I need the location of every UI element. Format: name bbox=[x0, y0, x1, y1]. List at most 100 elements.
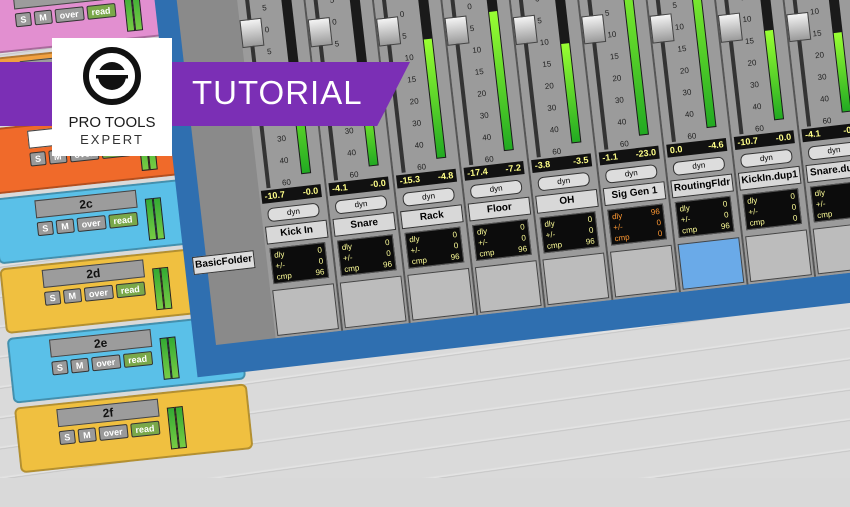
fader-cap[interactable] bbox=[239, 17, 265, 49]
fader-scale-mark: 0 bbox=[331, 17, 338, 27]
mute-button[interactable]: M bbox=[70, 357, 90, 374]
comments-box[interactable] bbox=[677, 237, 745, 290]
cmp-value: 96 bbox=[382, 259, 393, 270]
automation-read-button[interactable]: read bbox=[129, 420, 161, 438]
solo-button[interactable]: S bbox=[51, 359, 69, 376]
logo-line1: PRO TOOLS bbox=[68, 114, 156, 131]
fader-scale-mark: 0 bbox=[399, 9, 405, 20]
comments-box[interactable] bbox=[812, 221, 850, 275]
strip-name[interactable]: Floor bbox=[467, 196, 532, 222]
automation-over-button[interactable]: over bbox=[75, 215, 107, 233]
fader-scale-mark: 20 bbox=[747, 58, 757, 68]
e-logo-icon bbox=[83, 47, 141, 105]
fader-scale-mark: 10 bbox=[606, 29, 617, 40]
solo-button[interactable]: S bbox=[36, 220, 55, 237]
dyn-button[interactable]: dyn bbox=[266, 202, 321, 223]
pm-value: 0 bbox=[723, 210, 730, 220]
automation-over-button[interactable]: over bbox=[90, 354, 121, 372]
comments-box[interactable] bbox=[339, 275, 407, 329]
cmp-label: cmp bbox=[816, 209, 833, 221]
cmp-label: cmp bbox=[749, 217, 766, 228]
delay-comp-panel: dly 0 +/- 0 cmp 96 bbox=[674, 195, 735, 238]
cmp-label: cmp bbox=[681, 224, 698, 236]
dyn-button[interactable]: dyn bbox=[537, 171, 591, 192]
dyn-button[interactable]: dyn bbox=[604, 163, 658, 184]
comments-box[interactable] bbox=[272, 283, 339, 336]
comments-box[interactable] bbox=[542, 252, 610, 306]
fader-cap[interactable] bbox=[649, 13, 675, 44]
strip-name[interactable]: Rack bbox=[400, 204, 464, 230]
fader-scale-mark: 5 bbox=[334, 39, 340, 49]
comments-box[interactable] bbox=[609, 244, 677, 298]
dyn-button[interactable]: dyn bbox=[672, 156, 726, 177]
fader-scale-mark: 15 bbox=[474, 66, 485, 77]
volume-left: -17.4 bbox=[466, 166, 489, 179]
mute-button[interactable]: M bbox=[55, 218, 75, 235]
fader-scale-mark: 30 bbox=[614, 95, 625, 106]
pm-value: 0 bbox=[453, 240, 459, 251]
delay-comp-panel: dly0+/-0cmp0 bbox=[742, 188, 803, 231]
mute-button[interactable]: M bbox=[62, 288, 82, 304]
fader-scale-mark: 40 bbox=[752, 101, 762, 112]
fader-scale-mark: 5 bbox=[536, 16, 543, 26]
mute-button[interactable]: M bbox=[77, 427, 97, 444]
dly-value: 0 bbox=[316, 245, 323, 255]
fader-scale-mark: 15 bbox=[609, 51, 620, 62]
strip-name[interactable]: Snare.dup1 bbox=[805, 158, 850, 184]
strip-name[interactable]: Snare bbox=[332, 211, 397, 237]
mixer-strips-area: SM505101520304060-10.7-0.0dynKick Indly0… bbox=[172, 0, 850, 346]
automation-over-button[interactable]: over bbox=[83, 284, 114, 302]
automation-over-button[interactable]: over bbox=[97, 423, 129, 441]
dyn-button[interactable]: dyn bbox=[401, 187, 456, 207]
banner-title: TUTORIAL bbox=[192, 74, 363, 111]
dyn-button[interactable]: dyn bbox=[469, 179, 523, 200]
automation-read-button[interactable]: read bbox=[122, 351, 153, 368]
automation-read-button[interactable]: read bbox=[107, 211, 139, 229]
strip-name[interactable]: Sig Gen 1 bbox=[602, 181, 667, 207]
delay-comp-panel: dly 0 +/- 0 cmp 96 bbox=[336, 234, 397, 277]
volume-right: -0.0 bbox=[369, 177, 387, 190]
fader-cap[interactable] bbox=[581, 14, 607, 45]
volume-left: -4.1 bbox=[331, 182, 349, 194]
dyn-button[interactable]: dyn bbox=[807, 140, 850, 161]
fader-cap[interactable] bbox=[307, 17, 333, 48]
cmp-value: 96 bbox=[720, 221, 731, 232]
dly-value: 0 bbox=[722, 199, 728, 209]
fader-scale-mark: 0 bbox=[264, 24, 270, 35]
comments-box[interactable] bbox=[474, 260, 542, 313]
comments-box[interactable] bbox=[407, 267, 475, 321]
solo-button[interactable]: S bbox=[58, 429, 76, 446]
pm-value: 0 bbox=[385, 248, 392, 259]
dyn-button[interactable]: dyn bbox=[334, 194, 388, 215]
fader-cap[interactable] bbox=[376, 16, 402, 47]
mute-button[interactable]: M bbox=[33, 9, 53, 26]
fader-scale-mark: 20 bbox=[544, 81, 555, 92]
strip-name[interactable]: KickIn.dup1 bbox=[737, 165, 802, 191]
fader-cap[interactable] bbox=[444, 15, 470, 46]
volume-left: -15.3 bbox=[399, 173, 421, 187]
fader-scale-mark: 5 bbox=[604, 8, 610, 18]
cmp-label: cmp bbox=[343, 263, 360, 274]
strip-name[interactable]: RoutingFldr bbox=[670, 173, 734, 199]
comments-box[interactable] bbox=[745, 229, 812, 283]
fader-scale-mark: 5 bbox=[261, 3, 268, 13]
solo-button[interactable]: S bbox=[29, 151, 47, 167]
dyn-button[interactable]: dyn bbox=[739, 148, 794, 169]
volume-left: -10.7 bbox=[263, 189, 286, 202]
volume-right: -0.0 bbox=[775, 131, 792, 144]
fader-cap[interactable] bbox=[786, 11, 812, 43]
fader-scale-mark: 20 bbox=[611, 73, 622, 84]
automation-over-button[interactable]: over bbox=[53, 6, 85, 24]
fader-scale-mark: 10 bbox=[809, 6, 820, 17]
fader-cap[interactable] bbox=[512, 14, 538, 46]
fader-scale-mark: 20 bbox=[679, 65, 690, 76]
automation-read-button[interactable]: read bbox=[115, 281, 146, 299]
solo-button[interactable]: S bbox=[14, 11, 33, 28]
delay-comp-panel: dly 0 +/- 0 cmp 96 bbox=[269, 241, 330, 285]
fader-scale-mark: 5 bbox=[266, 46, 273, 57]
solo-button[interactable]: S bbox=[43, 290, 62, 306]
fader-cap[interactable] bbox=[717, 12, 743, 43]
strip-name[interactable]: OH bbox=[535, 188, 599, 214]
automation-read-button[interactable]: read bbox=[85, 2, 117, 20]
strip-name[interactable]: Kick In bbox=[264, 219, 329, 245]
